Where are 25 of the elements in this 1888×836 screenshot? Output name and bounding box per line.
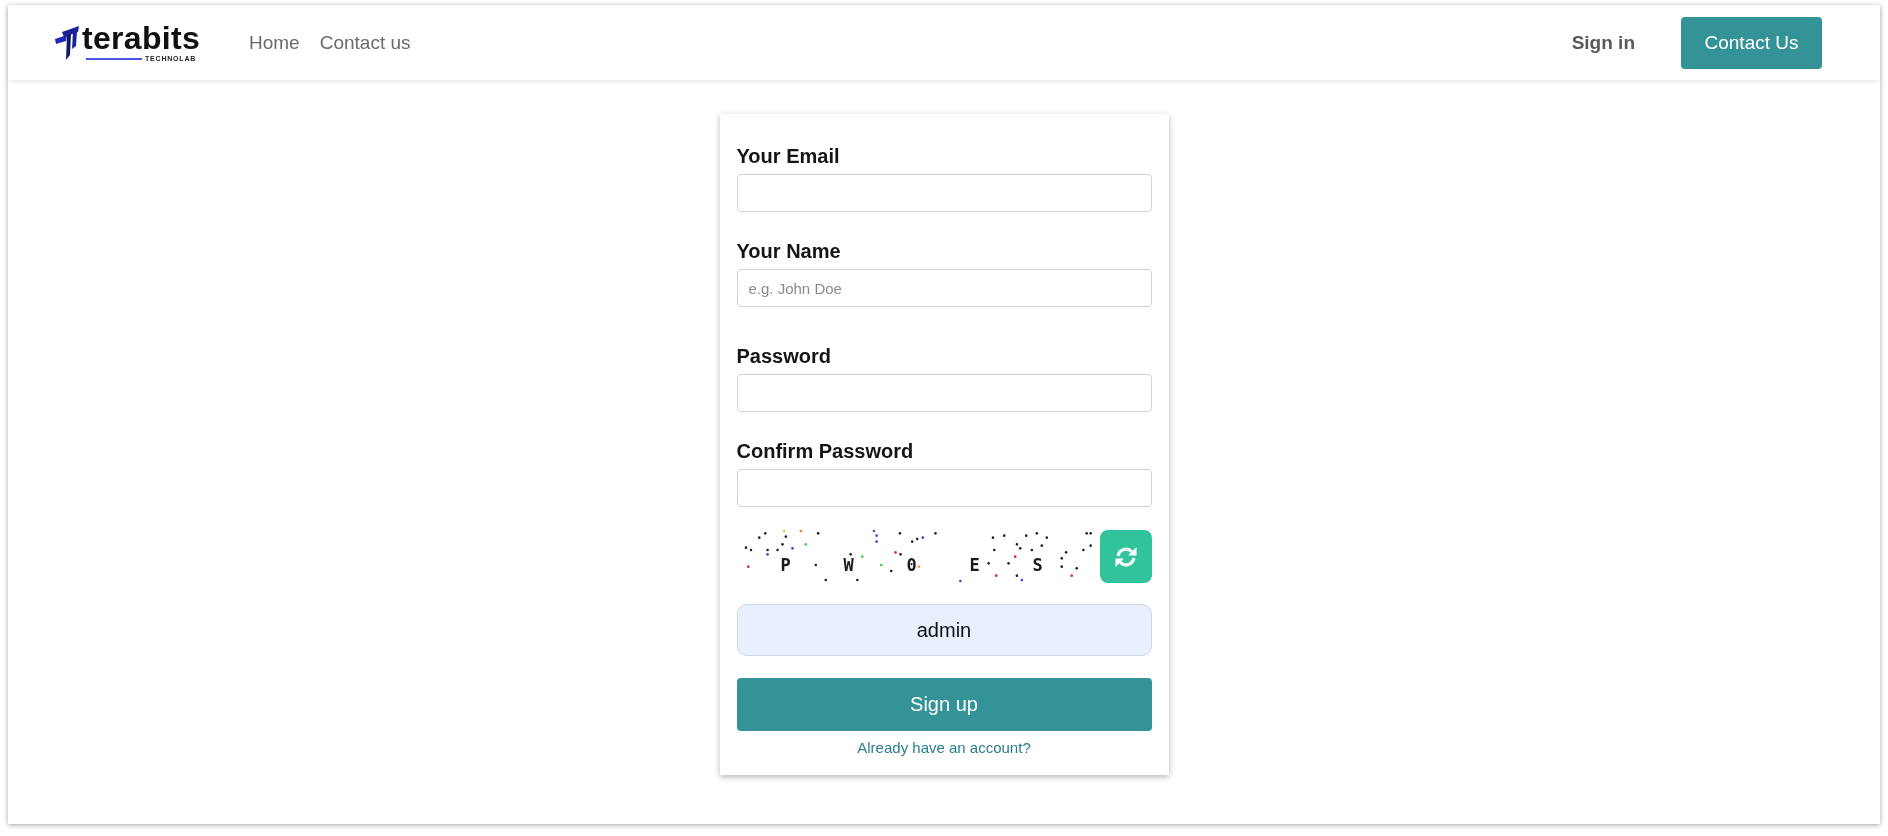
captcha-character: S	[1031, 556, 1044, 575]
sign-up-button[interactable]: Sign up	[736, 678, 1152, 731]
captcha-answer-field[interactable]: admin	[736, 604, 1152, 656]
login-link[interactable]: Already have an account?	[857, 739, 1031, 757]
input-field[interactable]	[736, 469, 1152, 507]
field-label: Password	[736, 344, 831, 368]
logo-icon	[54, 23, 80, 62]
nav-link[interactable]: Contact us	[319, 31, 411, 54]
logo-underline	[86, 58, 142, 60]
refresh-icon	[1114, 545, 1137, 568]
nav-link[interactable]: Home	[249, 31, 300, 54]
captcha-character: 0	[905, 556, 918, 575]
input-field[interactable]	[736, 374, 1152, 412]
field-label: Your Email	[736, 144, 840, 168]
field-label: Your Name	[736, 239, 841, 263]
refresh-button[interactable]	[1099, 530, 1152, 583]
contact-button[interactable]: Contact Us	[1681, 16, 1822, 69]
captcha-character: E	[968, 556, 981, 575]
field-label: Confirm Password	[736, 439, 914, 463]
captcha-character: P	[779, 556, 792, 575]
logo-wordmark: terabits	[82, 22, 200, 54]
input-field[interactable]: e.g. John Doe	[736, 269, 1152, 307]
captcha-character: W	[842, 556, 855, 575]
sign-in-link[interactable]: Sign in	[1571, 31, 1635, 54]
input-field[interactable]	[736, 174, 1152, 212]
